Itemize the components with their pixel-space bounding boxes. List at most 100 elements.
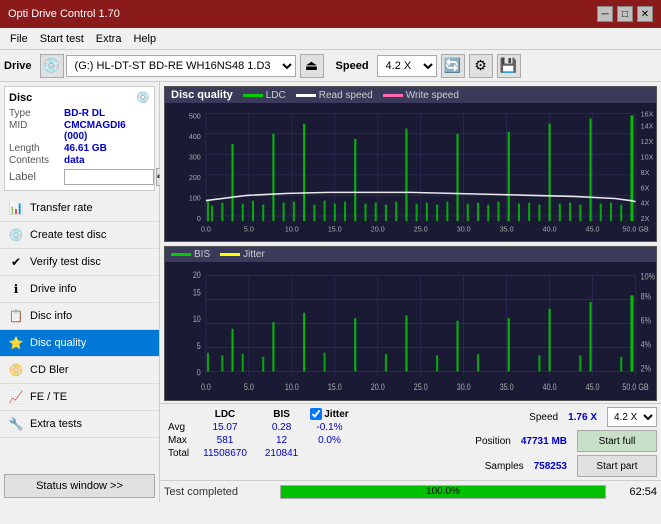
disc-quality-icon: ⭐ xyxy=(8,335,24,351)
svg-text:500: 500 xyxy=(189,112,201,120)
menu-file[interactable]: File xyxy=(4,31,34,47)
window-controls: ─ □ ✕ xyxy=(597,6,653,22)
svg-text:10: 10 xyxy=(193,313,201,324)
col-header-bis: BIS xyxy=(257,407,306,421)
nav-fe-te[interactable]: 📈 FE / TE xyxy=(0,384,159,411)
svg-text:400: 400 xyxy=(189,133,201,141)
nav-cd-bler-label: CD Bler xyxy=(30,364,69,376)
type-label: Type xyxy=(9,108,64,119)
svg-text:8X: 8X xyxy=(641,169,650,177)
svg-text:15.0: 15.0 xyxy=(328,225,342,233)
settings-button[interactable]: ⚙ xyxy=(469,54,493,78)
svg-text:35.0: 35.0 xyxy=(500,225,514,233)
svg-text:40.0: 40.0 xyxy=(543,225,557,233)
save-button[interactable]: 💾 xyxy=(497,54,521,78)
cd-bler-icon: 📀 xyxy=(8,362,24,378)
max-label: Max xyxy=(164,434,193,447)
length-label: Length xyxy=(9,143,64,154)
nav-disc-info-label: Disc info xyxy=(30,310,72,322)
svg-text:2X: 2X xyxy=(641,215,650,223)
nav-create-test-disc[interactable]: 💿 Create test disc xyxy=(0,222,159,249)
svg-text:15.0: 15.0 xyxy=(328,381,342,392)
mid-value: CMCMAGDI6 (000) xyxy=(64,120,150,142)
fe-te-icon: 📈 xyxy=(8,389,24,405)
nav-drive-info[interactable]: ℹ Drive info xyxy=(0,276,159,303)
speed-label: Speed xyxy=(336,60,369,72)
disc-panel: Disc 💿 Type BD-R DL MID CMCMAGDI6 (000) … xyxy=(4,86,155,191)
speed-row: Speed 1.76 X 4.2 X xyxy=(529,407,657,427)
jitter-legend-label: Jitter xyxy=(243,249,265,260)
max-bis: 12 xyxy=(257,434,306,447)
svg-text:2%: 2% xyxy=(641,362,652,373)
avg-ldc: 15.07 xyxy=(193,421,257,434)
col-header-empty xyxy=(164,407,193,421)
speed-select[interactable]: 4.2 X xyxy=(607,407,657,427)
progress-text: 100.0% xyxy=(281,486,605,498)
nav-transfer-rate[interactable]: 📊 Transfer rate xyxy=(0,195,159,222)
read-speed-legend-color xyxy=(296,94,316,97)
svg-text:35.0: 35.0 xyxy=(500,381,514,392)
bis-legend-color xyxy=(171,253,191,256)
close-button[interactable]: ✕ xyxy=(637,6,653,22)
svg-text:25.0: 25.0 xyxy=(414,225,428,233)
svg-text:8%: 8% xyxy=(641,290,652,301)
drive-selector[interactable]: (G:) HL-DT-ST BD-RE WH16NS48 1.D3 xyxy=(66,55,296,77)
nav-disc-quality[interactable]: ⭐ Disc quality xyxy=(0,330,159,357)
total-ldc: 11508670 xyxy=(193,447,257,460)
svg-text:50.0 GB: 50.0 GB xyxy=(622,381,649,392)
svg-text:25.0: 25.0 xyxy=(414,381,428,392)
nav-transfer-rate-label: Transfer rate xyxy=(30,202,93,214)
stats-row-max: Max 581 12 0.0% xyxy=(164,434,353,447)
speed-value: 1.76 X xyxy=(568,412,597,423)
write-speed-legend-label: Write speed xyxy=(406,90,459,101)
menu-bar: File Start test Extra Help xyxy=(0,28,661,50)
menu-help[interactable]: Help xyxy=(127,31,162,47)
bis-jitter-chart: BIS Jitter xyxy=(164,246,657,402)
transfer-rate-icon: 📊 xyxy=(8,200,24,216)
disc-quality-chart: Disc quality LDC Read speed Write speed xyxy=(164,86,657,242)
chart1-header: Disc quality LDC Read speed Write speed xyxy=(165,87,656,103)
nav-extra-tests[interactable]: 🔧 Extra tests xyxy=(0,411,159,438)
status-window-button[interactable]: Status window >> xyxy=(4,474,155,498)
nav-disc-info[interactable]: 📋 Disc info xyxy=(0,303,159,330)
max-jitter: 0.0% xyxy=(306,434,352,447)
progress-section: Test completed 100.0% 62:54 xyxy=(160,480,661,502)
samples-value: 758253 xyxy=(534,461,567,472)
status-text: Test completed xyxy=(164,486,274,498)
ldc-legend-label: LDC xyxy=(266,90,286,101)
avg-label: Avg xyxy=(164,421,193,434)
label-input[interactable] xyxy=(64,169,154,185)
legend-write-speed: Write speed xyxy=(383,90,459,101)
legend-jitter: Jitter xyxy=(220,249,265,260)
nav-verify-test-disc-label: Verify test disc xyxy=(30,256,101,268)
svg-text:50.0 GB: 50.0 GB xyxy=(622,225,648,233)
eject-button[interactable]: ⏏ xyxy=(300,54,324,78)
svg-text:10.0: 10.0 xyxy=(285,381,299,392)
svg-text:10%: 10% xyxy=(641,270,656,281)
menu-start-test[interactable]: Start test xyxy=(34,31,90,47)
chart2-svg: 0 5 10 15 20 2% 4% 6% 8% 10% 0.0 5.0 10.… xyxy=(165,262,656,396)
menu-extra[interactable]: Extra xyxy=(90,31,128,47)
extra-tests-icon: 🔧 xyxy=(8,416,24,432)
sidebar: Disc 💿 Type BD-R DL MID CMCMAGDI6 (000) … xyxy=(0,82,160,502)
start-full-button[interactable]: Start full xyxy=(577,430,657,452)
toolbar: Drive 💿 (G:) HL-DT-ST BD-RE WH16NS48 1.D… xyxy=(0,50,661,82)
maximize-button[interactable]: □ xyxy=(617,6,633,22)
nav-fe-te-label: FE / TE xyxy=(30,391,67,403)
length-value: 46.61 GB xyxy=(64,143,107,154)
start-part-button[interactable]: Start part xyxy=(577,455,657,477)
legend-ldc: LDC xyxy=(243,90,286,101)
content-area: Disc quality LDC Read speed Write speed xyxy=(160,82,661,502)
refresh-button[interactable]: 🔄 xyxy=(441,54,465,78)
nav-verify-test-disc[interactable]: ✔ Verify test disc xyxy=(0,249,159,276)
drive-icon: 💿 xyxy=(40,54,64,78)
jitter-checkbox[interactable] xyxy=(310,408,322,420)
speed-label-static: Speed xyxy=(529,412,558,423)
type-value: BD-R DL xyxy=(64,108,105,119)
svg-text:5.0: 5.0 xyxy=(244,225,254,233)
svg-text:10.0: 10.0 xyxy=(285,225,299,233)
speed-selector[interactable]: 4.2 X xyxy=(377,55,437,77)
minimize-button[interactable]: ─ xyxy=(597,6,613,22)
nav-cd-bler[interactable]: 📀 CD Bler xyxy=(0,357,159,384)
nav-create-test-disc-label: Create test disc xyxy=(30,229,106,241)
